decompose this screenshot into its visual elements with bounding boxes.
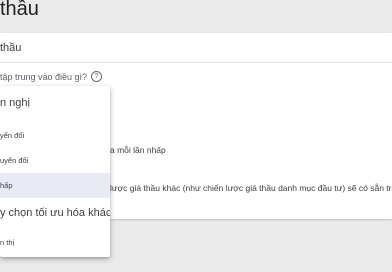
pay-per-click-text: a mỗi lần nhấp <box>110 145 166 155</box>
help-icon[interactable]: ? <box>91 71 103 82</box>
section-title: thầu <box>0 42 22 54</box>
focus-dropdown-menu: n nghị yển đổi uyển đổi hấp y chọn tối ư… <box>0 86 110 257</box>
dropdown-option[interactable]: n thị <box>0 228 110 257</box>
dropdown-option[interactable]: yển đổi <box>0 122 110 148</box>
dropdown-option[interactable]: y chọn tối ưu hóa khác <box>0 198 110 228</box>
page-title: thầu <box>0 0 39 20</box>
section-header[interactable]: thầu <box>0 33 392 63</box>
dropdown-option[interactable]: uyển đổi <box>0 148 110 173</box>
focus-question-label: tập trung vào điều gì? <box>0 71 88 82</box>
focus-question: tập trung vào điều gì? ? <box>0 71 103 82</box>
dropdown-option-selected[interactable]: hấp <box>0 173 110 198</box>
dropdown-option[interactable]: n nghị <box>0 86 110 122</box>
strategy-note-text: lược giá thầu khác (như chiến lược giá t… <box>110 183 392 193</box>
